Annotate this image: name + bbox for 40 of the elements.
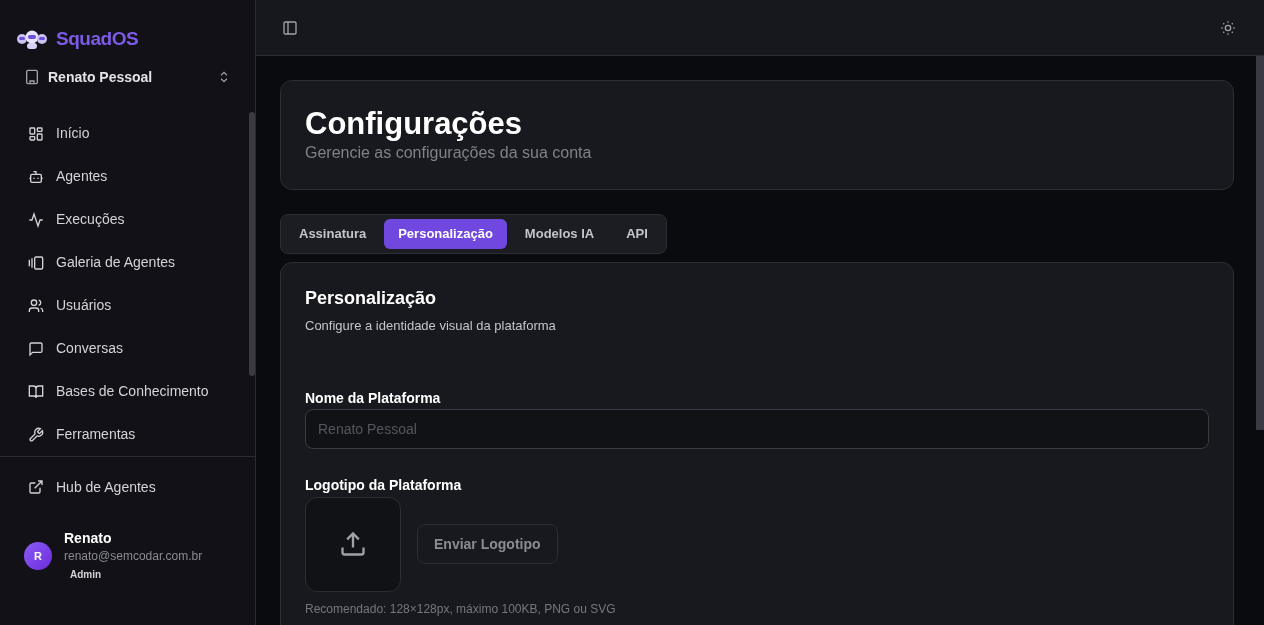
user-email: renato@semcodar.com.br	[64, 548, 203, 565]
user-name: Renato	[64, 529, 113, 547]
section-title: Personalização	[305, 287, 438, 309]
sidebar-item[interactable]: Conversas	[16, 327, 239, 370]
brand-name: SquadOS	[56, 26, 139, 51]
wrench-icon	[28, 426, 44, 443]
tab[interactable]: Personalização	[384, 219, 507, 249]
workspace-selector[interactable]: Renato Pessoal	[16, 64, 239, 90]
building-icon	[24, 69, 40, 85]
field-label: Nome da Plataforma	[305, 388, 442, 408]
page-title: Configurações	[305, 105, 524, 143]
activity-icon	[28, 211, 44, 228]
tab[interactable]: Assinatura	[285, 219, 381, 249]
grid-icon	[28, 125, 44, 142]
sidebar-item[interactable]: Agentes	[16, 155, 239, 198]
robot-icon	[28, 168, 44, 185]
page-subtitle: Gerencie as configurações da sua conta	[305, 143, 593, 163]
sidebar-link[interactable]: Hub de Agentes	[16, 467, 239, 507]
tab[interactable]: API	[612, 219, 662, 249]
field-label: Logotipo da Plataforma	[305, 475, 463, 495]
robot-logo-icon	[16, 29, 48, 49]
gallery-icon	[28, 254, 44, 271]
sidebar-item[interactable]: Usuários	[16, 284, 239, 327]
sidebar-item[interactable]: Ferramentas	[16, 413, 239, 456]
sidebar-item[interactable]: Execuções	[16, 198, 239, 241]
chat-bubble-icon	[28, 340, 44, 357]
sidebar-item[interactable]: Galeria de Agentes	[16, 241, 239, 284]
role-label: Admin	[69, 568, 103, 582]
user-avatar: R	[24, 542, 52, 570]
upload-logo-button[interactable]: Enviar Logotipo	[417, 524, 558, 564]
upload-icon	[339, 530, 367, 558]
book-icon	[28, 383, 44, 400]
external-link-icon	[28, 479, 44, 495]
users-icon	[28, 297, 44, 314]
platform-name-field[interactable]: Renato Pessoal	[305, 408, 1209, 449]
tab[interactable]: Modelos IA	[510, 219, 609, 249]
sidebar-item[interactable]: Início	[16, 112, 239, 155]
logo-hint: Recomendado: 128×128px, máximo 100KB, PNG ou SVG	[305, 600, 617, 618]
section-description: Configure a identidade visual da plataforma	[305, 317, 557, 335]
sidebar-item[interactable]: Bases de Conhecimento	[16, 370, 239, 413]
